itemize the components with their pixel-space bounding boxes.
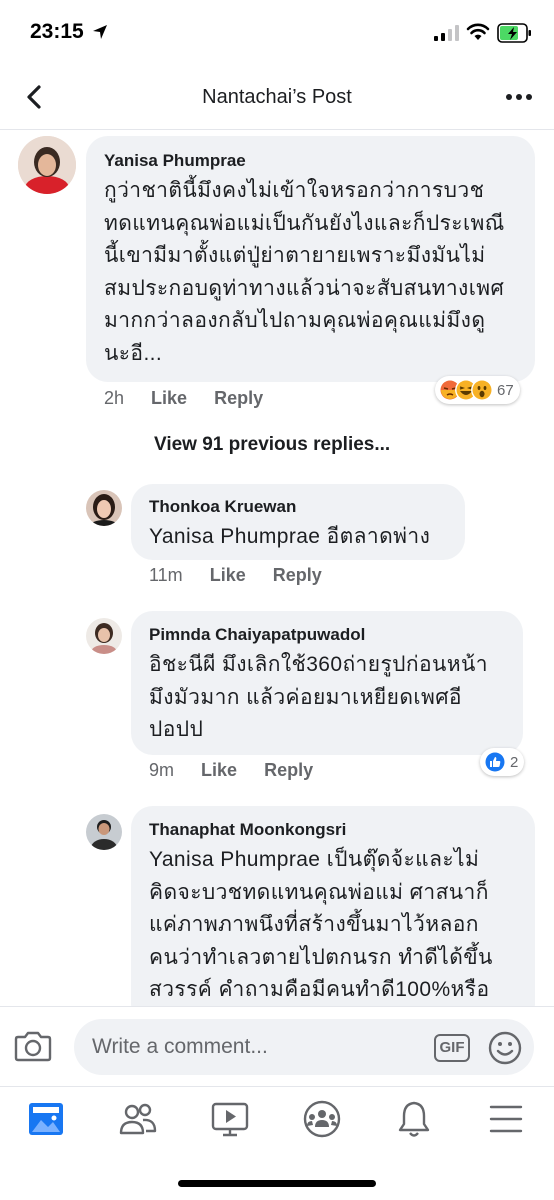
battery-charging-icon xyxy=(497,23,531,43)
like-button[interactable]: Like xyxy=(201,760,237,780)
wifi-icon xyxy=(466,23,490,40)
comment-composer: Write a comment... GIF xyxy=(0,1006,554,1086)
reaction-count: 67 xyxy=(497,381,514,399)
avatar[interactable] xyxy=(86,814,122,850)
profile-photo-icon xyxy=(86,814,122,850)
status-bar: 23:15 xyxy=(0,0,554,66)
groups-icon[interactable] xyxy=(297,1099,347,1139)
gif-button[interactable]: GIF xyxy=(434,1034,470,1062)
reply-author[interactable]: Thonkoa Kruewan xyxy=(149,497,296,517)
view-previous-replies-link[interactable]: View 91 previous replies... xyxy=(154,434,390,456)
menu-icon[interactable] xyxy=(481,1099,531,1139)
friends-icon[interactable] xyxy=(113,1099,163,1139)
like-button[interactable]: Like xyxy=(151,388,187,408)
profile-photo-icon xyxy=(86,490,122,526)
reply-actions: 9m Like Reply xyxy=(149,760,313,781)
reply-text: อิชะนีผี มึงเลิกใช้360ถ่ายรูปก่อนหน้า มึ… xyxy=(149,653,488,741)
wow-reaction-icon xyxy=(471,379,493,401)
reaction-summary[interactable]: 67 xyxy=(435,376,520,404)
status-time: 23:15 xyxy=(30,20,84,43)
location-arrow-icon xyxy=(93,25,107,39)
post-header: Nantachai’s Post xyxy=(0,66,554,130)
comment-author[interactable]: Yanisa Phumprae xyxy=(104,151,246,171)
reply-author[interactable]: Thanaphat Moonkongsri xyxy=(149,820,346,840)
watch-icon[interactable] xyxy=(205,1099,255,1139)
emoji-icon[interactable] xyxy=(488,1031,522,1065)
avatar[interactable] xyxy=(86,618,122,654)
home-indicator xyxy=(178,1180,376,1187)
page-title: Nantachai’s Post xyxy=(202,86,352,108)
like-reaction-icon xyxy=(484,751,506,773)
profile-photo-icon xyxy=(86,618,122,654)
reply-timestamp: 9m xyxy=(149,760,175,780)
reaction-count: 2 xyxy=(510,753,519,771)
reply-button[interactable]: Reply xyxy=(264,760,313,780)
news-feed-icon[interactable] xyxy=(21,1099,71,1139)
like-button[interactable]: Like xyxy=(210,565,246,585)
reply-author[interactable]: Pimnda Chaiyapatpuwadol xyxy=(149,625,365,645)
camera-icon[interactable] xyxy=(14,1029,52,1063)
comment-actions: 2h Like Reply xyxy=(104,388,263,409)
reply-button[interactable]: Reply xyxy=(273,565,322,585)
reply-actions: 11m Like Reply xyxy=(149,565,322,586)
avatar[interactable] xyxy=(18,136,76,194)
profile-photo-icon xyxy=(18,136,76,194)
avatar[interactable] xyxy=(86,490,122,526)
reply-timestamp: 11m xyxy=(149,565,183,585)
reply-text: Yanisa Phumprae เป็นตุ๊ดจ้ะและไม่ คิดจะบ… xyxy=(149,848,493,1001)
more-options-icon[interactable] xyxy=(504,84,534,110)
comment-text: กูว่าชาตินี้มึงคงไม่เข้าใจหรอกว่าการบวช … xyxy=(104,179,505,365)
comment-timestamp: 2h xyxy=(104,388,125,408)
reaction-summary[interactable]: 2 xyxy=(480,748,525,776)
reply-text: Yanisa Phumprae อีตลาดพ่าง xyxy=(149,525,431,548)
cellular-signal-icon xyxy=(434,25,459,41)
reply-button[interactable]: Reply xyxy=(214,388,263,408)
notifications-icon[interactable] xyxy=(389,1099,439,1139)
